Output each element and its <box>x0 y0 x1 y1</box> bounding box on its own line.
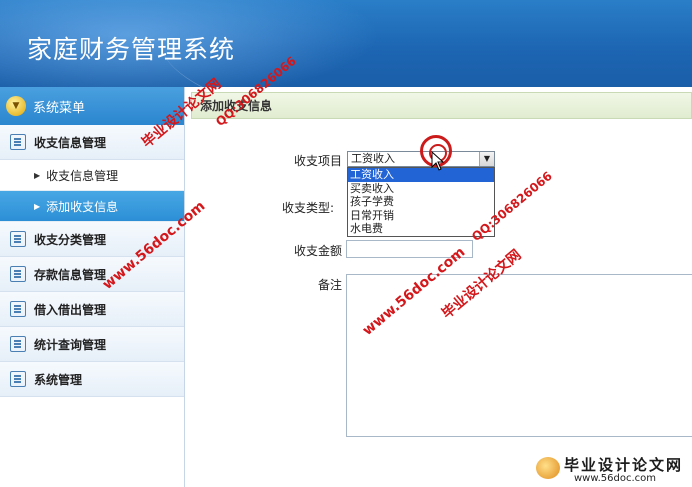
app-header: 家庭财务管理系统 <box>0 0 692 87</box>
menu-group-statistics[interactable]: 统计查询管理 <box>0 327 184 362</box>
item-dropdown-list: 工资收入 买卖收入 孩子学费 日常开销 水电费 <box>347 167 495 237</box>
brand-watermark: 毕业设计论文网 www.56doc.com <box>530 452 692 487</box>
menu-group-label: 借入借出管理 <box>34 302 107 317</box>
logo-icon <box>536 457 560 479</box>
sidebar-title: 系统菜单 <box>33 100 86 116</box>
triangle-right-icon: ▶ <box>34 201 41 211</box>
menu-group-lending[interactable]: 借入借出管理 <box>0 292 184 327</box>
menu-group-label: 系统管理 <box>34 372 83 387</box>
dropdown-option[interactable]: 日常开销 <box>348 209 494 223</box>
dropdown-option[interactable]: 工资收入 <box>348 168 494 182</box>
item-label: 收支项目 <box>294 154 343 168</box>
note-label: 备注 <box>318 278 343 292</box>
submenu-label: 收支信息管理 <box>46 168 119 183</box>
submenu-finance-info-manage[interactable]: ▶ 收支信息管理 <box>0 160 184 191</box>
menu-group-label: 收支信息管理 <box>34 135 107 150</box>
edit-icon <box>10 266 26 282</box>
chat-icon <box>10 231 26 247</box>
sidebar: ▼ 系统菜单 收支信息管理 ▶ 收支信息管理 ▶ 添加收支信息 收支分类管理 存… <box>0 87 185 487</box>
menu-group-label: 收支分类管理 <box>34 232 107 247</box>
brand-title: 毕业设计论文网 <box>564 456 684 474</box>
panel-title: 添加收支信息 <box>191 92 692 119</box>
dropdown-option[interactable]: 买卖收入 <box>348 182 494 196</box>
list-icon <box>10 134 26 150</box>
item-select-value: 工资收入 <box>351 152 395 165</box>
header-arc <box>160 0 692 87</box>
mouse-pointer-icon <box>431 151 445 171</box>
app-title: 家庭财务管理系统 <box>27 35 236 64</box>
triangle-right-icon: ▶ <box>34 170 41 180</box>
amount-label: 收支金额 <box>294 244 343 258</box>
type-label: 收支类型: <box>282 201 335 215</box>
calendar-icon <box>10 336 26 352</box>
submenu-add-finance-info[interactable]: ▶ 添加收支信息 <box>0 191 184 222</box>
chevron-down-icon[interactable]: ▼ <box>479 152 494 166</box>
collapse-icon[interactable]: ▼ <box>6 96 26 116</box>
dropdown-option[interactable]: 孩子学费 <box>348 195 494 209</box>
submenu-label: 添加收支信息 <box>46 199 119 214</box>
calendar-icon <box>10 301 26 317</box>
brand-url: www.56doc.com <box>574 473 657 484</box>
calendar-icon <box>10 371 26 387</box>
menu-group-system[interactable]: 系统管理 <box>0 362 184 397</box>
menu-group-label: 统计查询管理 <box>34 337 107 352</box>
menu-group-label: 存款信息管理 <box>34 267 107 282</box>
menu-group-deposit[interactable]: 存款信息管理 <box>0 257 184 292</box>
